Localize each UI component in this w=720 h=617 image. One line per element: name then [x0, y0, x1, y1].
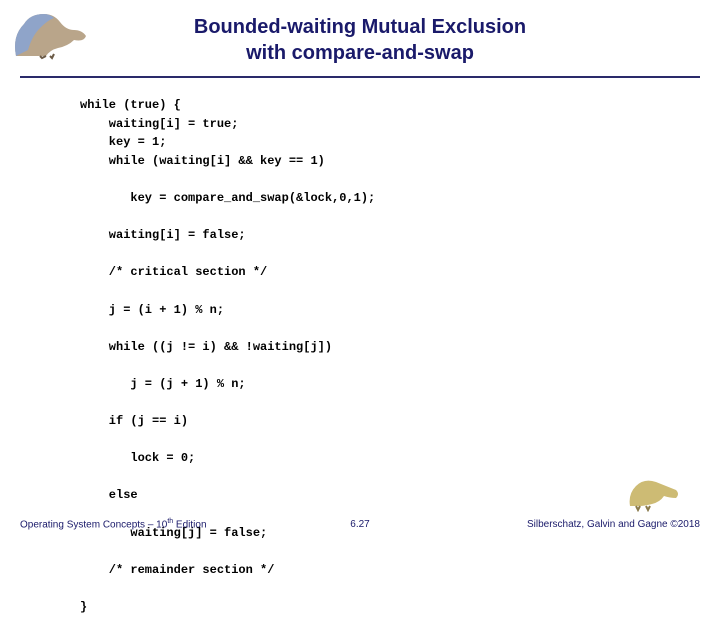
slide-content: while (true) { waiting[i] = true; key = … [0, 96, 720, 617]
dinosaur-bottom-icon [626, 472, 682, 512]
code-line: j = (j + 1) % n; [80, 377, 246, 391]
title-underline [20, 76, 700, 78]
code-line: while (waiting[i] && key == 1) [80, 154, 325, 168]
code-line: key = 1; [80, 135, 166, 149]
title-line-1: Bounded-waiting Mutual Exclusion [194, 16, 526, 38]
code-line: lock = 0; [80, 451, 195, 465]
code-line: else [80, 488, 138, 502]
code-line: if (j == i) [80, 414, 188, 428]
code-line: waiting[i] = false; [80, 228, 246, 242]
dinosaur-top-icon [10, 6, 90, 62]
code-line: key = compare_and_swap(&lock,0,1); [80, 191, 375, 205]
code-block: while (true) { waiting[i] = true; key = … [80, 96, 700, 617]
code-line: j = (i + 1) % n; [80, 303, 224, 317]
slide-title: Bounded-waiting Mutual Exclusion with co… [20, 14, 700, 66]
code-line: while (true) { [80, 98, 181, 112]
code-line: waiting[i] = true; [80, 117, 238, 131]
footer-copyright: Silberschatz, Galvin and Gagne ©2018 [527, 519, 700, 530]
code-line: } [80, 600, 87, 614]
code-line: /* remainder section */ [80, 563, 274, 577]
code-line: while ((j != i) && !waiting[j]) [80, 340, 332, 354]
code-line: /* critical section */ [80, 265, 267, 279]
title-line-2: with compare-and-swap [246, 42, 474, 64]
